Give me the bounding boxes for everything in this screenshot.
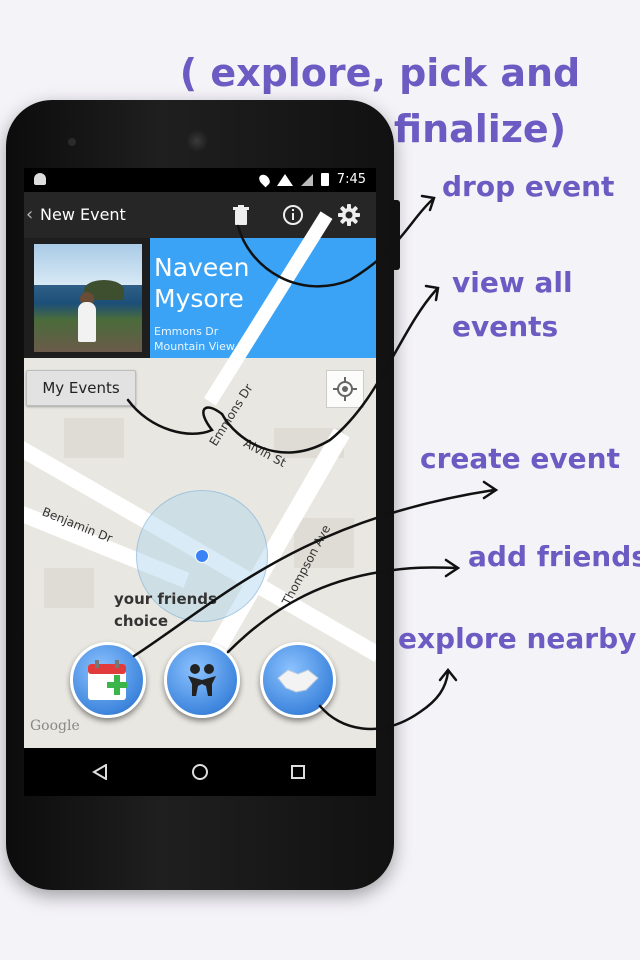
google-attribution: Google (30, 718, 80, 734)
nav-recents-icon[interactable] (286, 760, 310, 784)
android-icon (34, 173, 46, 185)
profile-info-panel: Naveen Mysore Emmons Dr Mountain View (150, 238, 376, 358)
profile-address: Emmons Dr Mountain View (154, 324, 235, 354)
calendar-add-icon (88, 660, 127, 700)
front-sensor (68, 138, 76, 146)
profile-header: Naveen Mysore Emmons Dr Mountain View (24, 238, 376, 358)
signal-icon (300, 173, 313, 186)
profile-photo[interactable] (34, 244, 142, 352)
earpiece-speaker (186, 130, 208, 152)
nav-home-icon[interactable] (188, 760, 212, 784)
add-friends-button[interactable] (164, 642, 240, 718)
annotation-view-all-line1: view all (452, 266, 573, 299)
power-button (394, 200, 400, 270)
profile-name: Naveen Mysore (154, 252, 249, 314)
headline-line1: ( explore, pick and (179, 51, 581, 95)
annotation-create-event: create event (420, 442, 620, 475)
screen-title[interactable]: New Event (40, 205, 126, 224)
explore-nearby-button[interactable] (260, 642, 336, 718)
annotation-drop-event: drop event (442, 170, 615, 203)
friends-label-line1: your friends (114, 590, 217, 608)
battery-icon (320, 173, 329, 186)
address-line2: Mountain View (154, 340, 235, 353)
my-events-button[interactable]: My Events (26, 370, 136, 406)
current-location-dot (195, 549, 209, 563)
annotation-explore-nearby: explore nearby (398, 622, 637, 655)
handshake-icon (277, 669, 319, 693)
friends-label-line2: choice (114, 612, 169, 630)
friends-choice-label: your friends choice (114, 588, 264, 632)
navigation-bar (24, 748, 376, 796)
profile-name-line2: Mysore (154, 284, 244, 313)
create-event-button[interactable] (70, 642, 146, 718)
friends-icon (188, 664, 216, 696)
nav-back-icon[interactable] (88, 760, 112, 784)
info-icon[interactable] (280, 202, 306, 228)
trash-icon[interactable] (228, 202, 254, 228)
gear-icon[interactable] (336, 202, 362, 228)
status-bar: 7:45 (24, 168, 376, 192)
wifi-icon (276, 173, 293, 186)
annotation-add-friends: add friends (468, 540, 640, 573)
annotation-view-all-line2: events (452, 310, 559, 343)
my-location-button[interactable] (326, 370, 364, 408)
location-icon (256, 172, 272, 187)
phone-screen: 7:45 ‹ New Event Naveen Mysore Emmons Dr (24, 168, 376, 748)
status-time: 7:45 (336, 172, 366, 187)
chevron-left-icon[interactable]: ‹ (26, 204, 33, 225)
crosshair-icon (333, 377, 357, 401)
map-view[interactable]: Emmons Dr Alvin St Benjamin Dr Thompson … (24, 211, 376, 748)
profile-name-line1: Naveen (154, 253, 250, 282)
address-line1: Emmons Dr (154, 325, 219, 338)
